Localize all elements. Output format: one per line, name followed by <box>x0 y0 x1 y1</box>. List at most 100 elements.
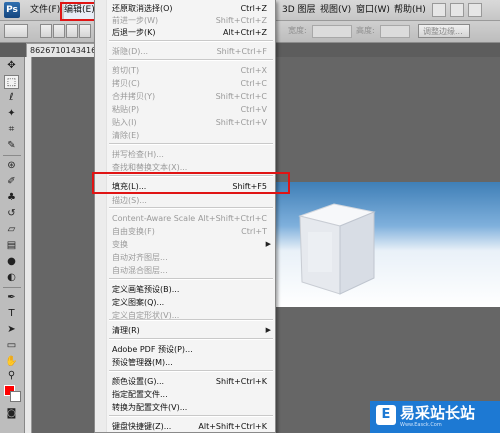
mode-button[interactable] <box>432 3 446 17</box>
menu-item-label: 变换 <box>112 240 128 249</box>
menu-item-label: 粘贴(P) <box>112 105 140 114</box>
edit-menu-item[interactable]: 清理(R) ▶ <box>95 324 275 337</box>
menu-separator <box>109 338 273 340</box>
menu-3d-layer[interactable]: 3D 图层 <box>282 0 316 20</box>
menu-item-label: 拷贝(C) <box>112 79 140 88</box>
edit-menu-item[interactable]: 定义画笔预设(B)... <box>95 283 275 296</box>
brush-tool-icon[interactable]: ✐ <box>4 175 19 189</box>
dodge-tool-icon[interactable]: ◐ <box>4 271 19 285</box>
gradient-tool-icon[interactable]: ▤ <box>4 239 19 253</box>
menu-window[interactable]: 窗口(W) <box>356 0 390 20</box>
height-label: 高度: <box>356 26 375 35</box>
menu-item-label: 合并拷贝(Y) <box>112 92 156 101</box>
background-color-swatch[interactable] <box>10 391 21 402</box>
lasso-tool-icon[interactable]: ℓ <box>4 91 19 105</box>
edit-menu-item: 描边(S)... <box>95 194 275 207</box>
eraser-tool-icon[interactable]: ▱ <box>4 223 19 237</box>
menu-item-label: 剪切(T) <box>112 66 140 75</box>
edit-menu-item: 合并拷贝(Y) Shift+Ctrl+C <box>95 90 275 103</box>
menu-item-shortcut: Shift+Ctrl+C <box>215 92 267 101</box>
menu-separator <box>109 415 273 417</box>
menu-item-label: 清理(R) <box>112 326 140 335</box>
menu-item-label: 指定配置文件... <box>112 390 168 399</box>
blur-tool-icon[interactable]: ● <box>4 255 19 269</box>
menu-item-label: 渐隐(D)... <box>112 47 149 56</box>
menu-help[interactable]: 帮助(H) <box>394 0 426 20</box>
eyedropper-tool-icon[interactable]: ✎ <box>4 139 19 153</box>
type-tool-icon[interactable]: T <box>4 307 19 321</box>
submenu-arrow-icon: ▶ <box>265 326 271 334</box>
edit-menu-item[interactable]: 颜色设置(G)... Shift+Ctrl+K <box>95 375 275 388</box>
height-field[interactable] <box>380 25 410 38</box>
menu-item-shortcut: Ctrl+X <box>240 66 267 75</box>
edit-menu-item: 自动对齐图层... <box>95 251 275 264</box>
zoom-tool-icon[interactable]: ⚲ <box>4 369 19 383</box>
refine-edge-label: 调整边缘... <box>423 27 463 36</box>
rect-marquee-tool-icon[interactable]: ⬚ <box>4 75 19 89</box>
menu-item-shortcut: Shift+Ctrl+K <box>215 377 267 386</box>
edit-menu-item: 粘贴(P) Ctrl+V <box>95 103 275 116</box>
new-selection-icon[interactable] <box>40 24 52 38</box>
quick-mask-icon[interactable]: ◙ <box>4 407 19 421</box>
edit-menu-item[interactable]: Adobe PDF 预设(P)... <box>95 343 275 356</box>
watermark-subtext: Www.Easck.Com <box>400 422 442 428</box>
edit-menu-item[interactable]: 指定配置文件... <box>95 388 275 401</box>
marquee-preset-button[interactable] <box>4 24 28 38</box>
menu-file[interactable]: 文件(F) <box>30 0 60 20</box>
pen-tool-icon[interactable]: ✒ <box>4 291 19 305</box>
history-brush-tool-icon[interactable]: ↺ <box>4 207 19 221</box>
edit-menu-item: 变换 ▶ <box>95 238 275 251</box>
menu-view[interactable]: 视图(V) <box>320 0 351 20</box>
menu-separator <box>109 370 273 372</box>
toolbox-divider <box>3 155 21 156</box>
menu-item-label: 定义画笔预设(B)... <box>112 285 180 294</box>
menu-item-label: 自由变换(F) <box>112 227 155 236</box>
edit-menu-item[interactable]: 转换为配置文件(V)... <box>95 401 275 414</box>
watermark-logo: E <box>376 405 396 425</box>
menu-item-shortcut: Alt+Ctrl+Z <box>223 28 267 37</box>
menu-item-label: 定义图案(Q)... <box>112 298 165 307</box>
subtract-selection-icon[interactable] <box>66 24 78 38</box>
menu-item-label: 转换为配置文件(V)... <box>112 403 188 412</box>
toolbox-divider <box>3 287 21 288</box>
menu-item-label: 描边(S)... <box>112 196 147 205</box>
refine-edge-button[interactable]: 调整边缘... <box>418 24 470 38</box>
submenu-arrow-icon: ▶ <box>265 240 271 248</box>
spot-healing-tool-icon[interactable]: ⊛ <box>4 159 19 173</box>
edit-menu-item: 自动混合图层... <box>95 264 275 277</box>
edit-menu-item[interactable]: 键盘快捷键(Z)... Alt+Shift+Ctrl+K <box>95 420 275 433</box>
menu-item-label: 预设管理器(M)... <box>112 358 173 367</box>
edit-menu-item[interactable]: 预设管理器(M)... <box>95 356 275 369</box>
menu-separator <box>109 59 273 61</box>
menu-item-label: 自动混合图层... <box>112 266 168 275</box>
zoom-button[interactable] <box>450 3 464 17</box>
magic-wand-tool-icon[interactable]: ✦ <box>4 107 19 121</box>
move-tool-icon[interactable]: ✥ <box>4 59 19 73</box>
menu-item-shortcut: Alt+Shift+Ctrl+K <box>198 422 267 431</box>
clone-stamp-tool-icon[interactable]: ♣ <box>4 191 19 205</box>
edit-menu-item: 渐隐(D)... Shift+Ctrl+F <box>95 45 275 58</box>
menu-item-label: 自动对齐图层... <box>112 253 168 262</box>
edit-menu: 还原取消选择(O) Ctrl+Z 前进一步(W) Shift+Ctrl+Z 后退一步(K… <box>94 0 276 433</box>
edit-menu-item: 自由变换(F) Ctrl+T <box>95 225 275 238</box>
edit-menu-item: Content-Aware Scale Alt+Shift+Ctrl+C <box>95 212 275 225</box>
width-label: 宽度: <box>288 26 307 35</box>
intersect-selection-icon[interactable] <box>79 24 91 38</box>
menu-item-label: Content-Aware Scale <box>112 214 196 223</box>
edit-menu-item[interactable]: 定义图案(Q)... <box>95 296 275 309</box>
edit-menu-item[interactable]: 后退一步(K) Alt+Ctrl+Z <box>95 26 275 39</box>
edit-menu-item: 拼写检查(H)... <box>95 148 275 161</box>
menu-item-shortcut: Ctrl+V <box>240 105 267 114</box>
shape-tool-icon[interactable]: ▭ <box>4 339 19 353</box>
path-selection-tool-icon[interactable]: ➤ <box>4 323 19 337</box>
menu-separator <box>109 207 273 209</box>
width-field[interactable] <box>312 25 352 38</box>
menu-item-shortcut: Alt+Shift+Ctrl+C <box>198 214 267 223</box>
hand-tool-icon[interactable]: ✋ <box>4 355 19 369</box>
menu-item-label: 键盘快捷键(Z)... <box>112 422 172 431</box>
menu-item-shortcut: Ctrl+C <box>240 79 267 88</box>
hand-button[interactable] <box>468 3 482 17</box>
add-selection-icon[interactable] <box>53 24 65 38</box>
crop-tool-icon[interactable]: ⌗ <box>4 123 19 137</box>
watermark-text: 易采站长站 <box>400 404 476 422</box>
